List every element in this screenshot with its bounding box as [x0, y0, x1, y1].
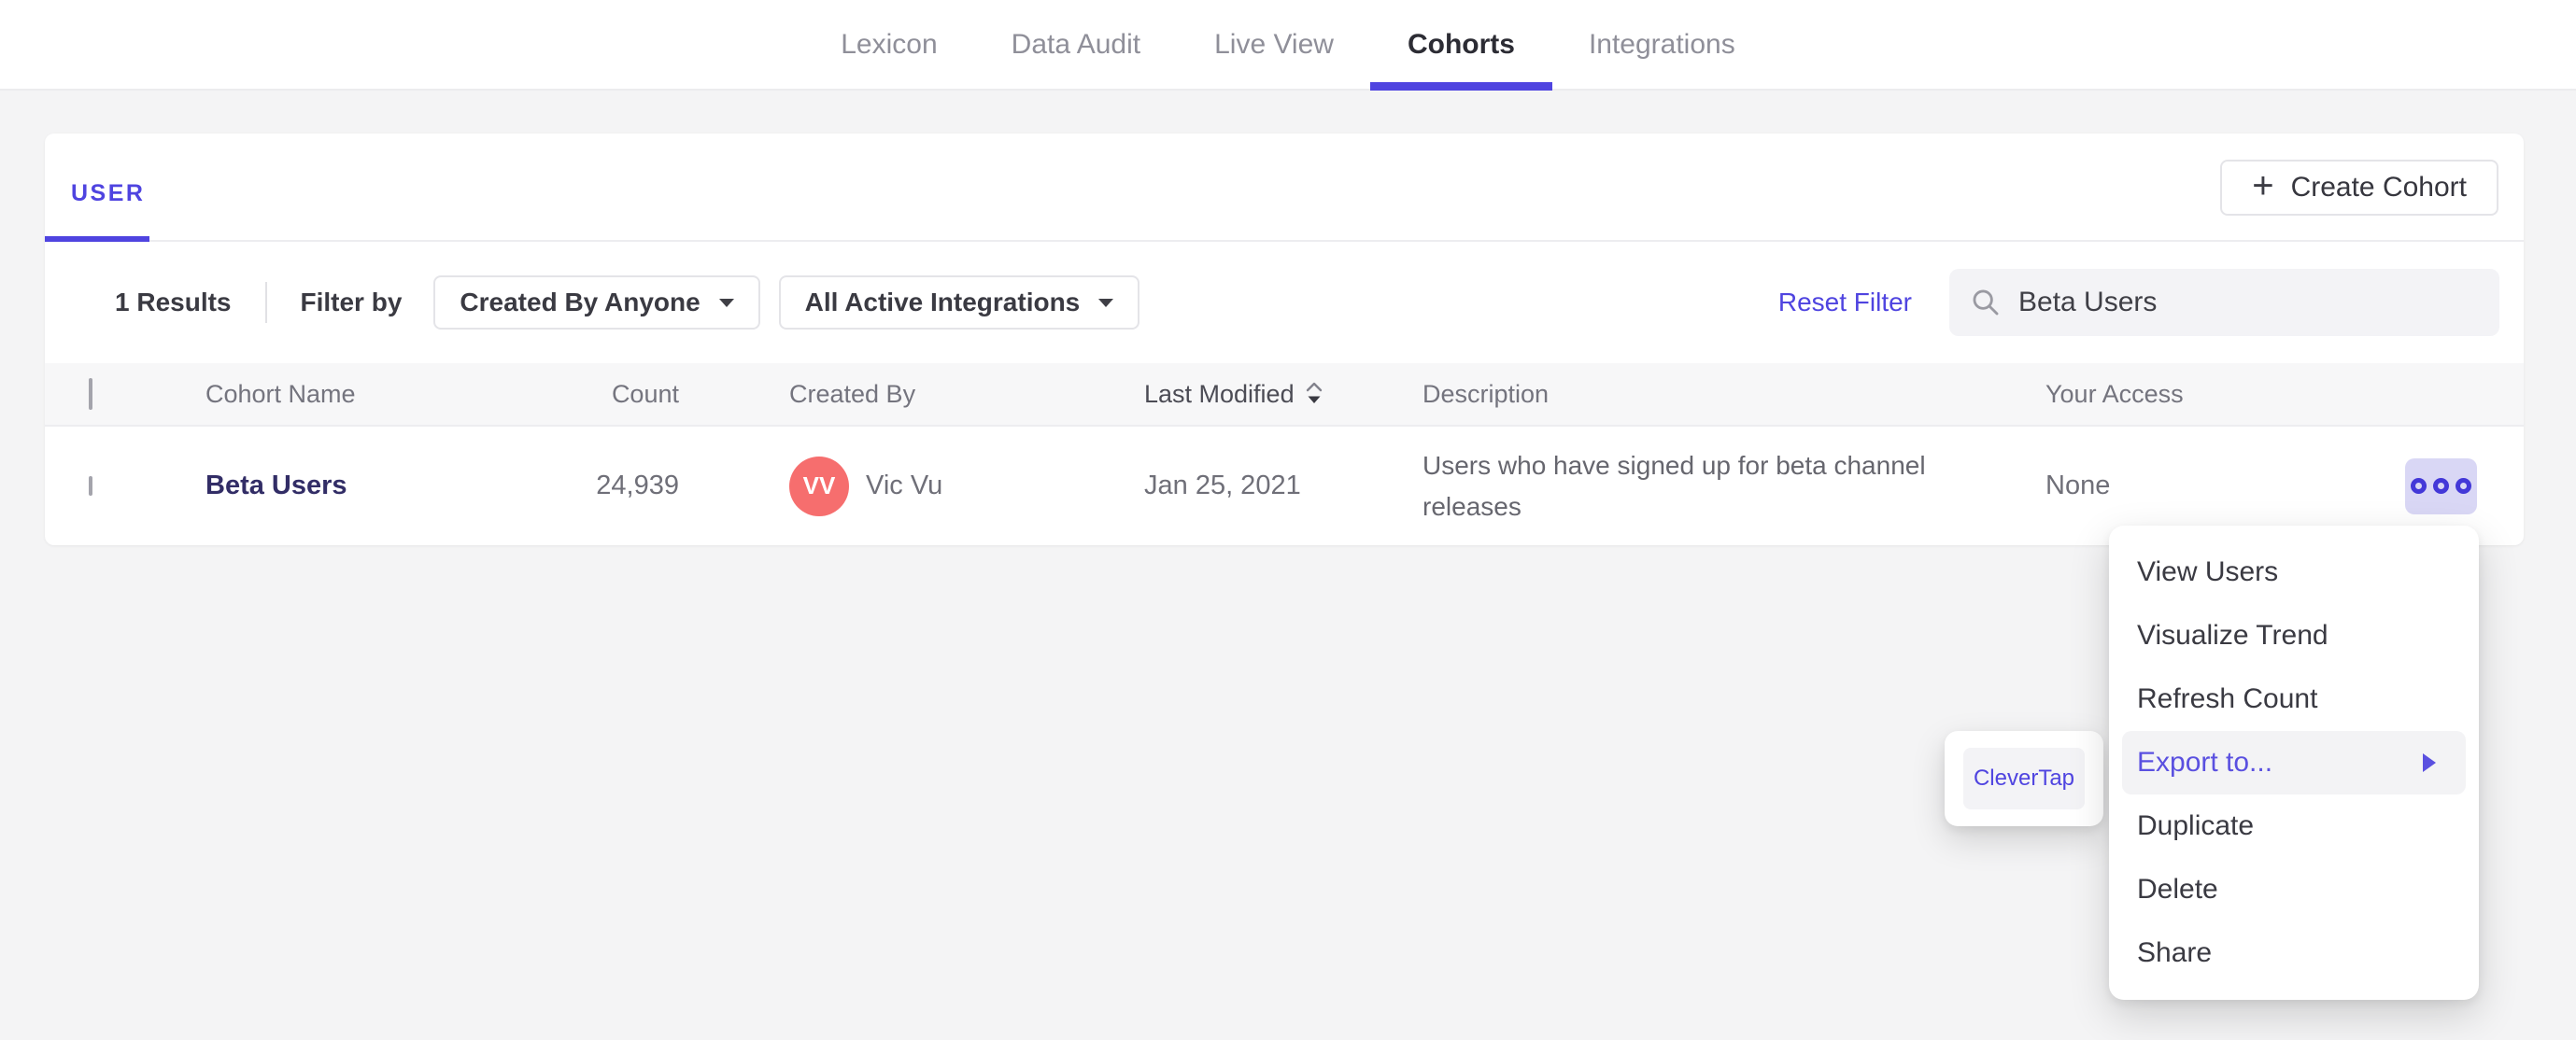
tab-cohorts[interactable]: Cohorts [1369, 0, 1552, 91]
search-input-value: Beta Users [2018, 287, 2158, 317]
chevron-down-icon [718, 298, 734, 307]
last-modified-label: Last Modified [1144, 379, 1295, 408]
divider [264, 282, 267, 323]
submenu-arrow-icon [2423, 753, 2436, 772]
cohorts-card: USER + Create Cohort 1 Results Filter by… [45, 134, 2524, 545]
your-access-value: None [2045, 471, 2111, 500]
table-header-row: Cohort Name Count Created By Last Modifi… [45, 363, 2524, 427]
tab-data-audit[interactable]: Data Audit [1012, 0, 1140, 89]
cohort-description: Users who have signed up for beta channe… [1422, 451, 1926, 521]
menu-item-duplicate[interactable]: Duplicate [2122, 794, 2466, 858]
results-count: 1 Results [115, 288, 232, 316]
ellipsis-icon [2456, 478, 2471, 494]
filter-by-label: Filter by [300, 288, 403, 316]
select-all-checkbox[interactable] [89, 377, 92, 410]
menu-item-visualize-trend[interactable]: Visualize Trend [2122, 604, 2466, 668]
menu-item-refresh-count[interactable]: Refresh Count [2122, 668, 2466, 731]
column-header-cohort-name: Cohort Name [205, 379, 356, 408]
tab-user[interactable]: USER [71, 180, 145, 207]
tab-integrations[interactable]: Integrations [1589, 0, 1735, 89]
integrations-dropdown-value: All Active Integrations [804, 288, 1081, 316]
row-actions-button[interactable] [2405, 457, 2477, 514]
cohort-count: 24,939 [596, 471, 679, 500]
created-by-dropdown-value: Created By Anyone [460, 288, 701, 316]
plus-icon: + [2252, 165, 2274, 206]
cohort-type-tabstrip: USER + Create Cohort [45, 134, 2524, 242]
column-header-your-access: Your Access [2045, 379, 2184, 408]
filter-toolbar: 1 Results Filter by Created By Anyone Al… [45, 242, 2524, 363]
sort-icon [1306, 382, 1322, 403]
export-to-label: Export to... [2137, 747, 2273, 778]
row-checkbox[interactable] [89, 475, 92, 496]
active-tab-underline [45, 236, 149, 242]
tab-lexicon[interactable]: Lexicon [841, 0, 937, 89]
create-cohort-button[interactable]: + Create Cohort [2220, 160, 2498, 216]
chevron-down-icon [1098, 298, 1114, 307]
export-submenu: CleverTap [1945, 731, 2103, 826]
search-input[interactable]: Beta Users [1949, 269, 2499, 336]
integrations-dropdown[interactable]: All Active Integrations [778, 275, 1140, 330]
search-icon [1973, 289, 1999, 316]
cohort-name-link[interactable]: Beta Users [205, 471, 347, 500]
creator-name: Vic Vu [866, 471, 943, 500]
menu-item-export-to[interactable]: Export to... [2122, 731, 2466, 794]
menu-item-share[interactable]: Share [2122, 921, 2466, 985]
column-header-description: Description [1422, 379, 1550, 408]
ellipsis-icon [2411, 478, 2427, 494]
create-cohort-label: Create Cohort [2290, 172, 2467, 203]
menu-item-clevertap[interactable]: CleverTap [1963, 748, 2085, 809]
ellipsis-icon [2433, 478, 2449, 494]
top-nav-bar: Lexicon Data Audit Live View Cohorts Int… [0, 0, 2576, 91]
menu-item-view-users[interactable]: View Users [2122, 541, 2466, 604]
created-by-dropdown[interactable]: Created By Anyone [433, 275, 760, 330]
last-modified-date: Jan 25, 2021 [1144, 471, 1301, 500]
reset-filter-link[interactable]: Reset Filter [1778, 288, 1912, 317]
column-header-count: Count [611, 379, 679, 408]
column-header-created-by: Created By [789, 379, 916, 408]
cohort-context-menu: View Users Visualize Trend Refresh Count… [2109, 526, 2479, 1000]
menu-item-delete[interactable]: Delete [2122, 858, 2466, 921]
column-header-last-modified[interactable]: Last Modified [1144, 380, 1422, 409]
avatar: VV [789, 456, 849, 516]
created-by-cell: VV Vic Vu [679, 456, 1144, 516]
tab-live-view[interactable]: Live View [1214, 0, 1334, 89]
